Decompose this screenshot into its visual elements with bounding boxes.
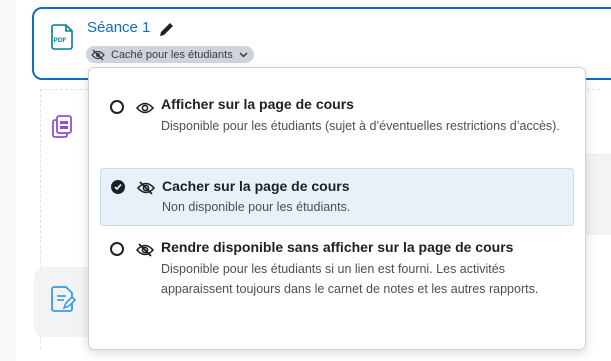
menu-option-title: Cacher sur la page de cours [162, 178, 350, 194]
visibility-badge-label: Caché pour les étudiants [111, 48, 233, 61]
menu-option-hide[interactable]: Cacher sur la page de cours Non disponib… [100, 168, 574, 226]
menu-option-show[interactable]: Afficher sur la page de cours Disponible… [100, 88, 574, 160]
visibility-dropdown-menu: Afficher sur la page de cours Disponible… [88, 67, 586, 350]
menu-option-description: Disponible pour les étudiants si un lien… [161, 262, 539, 296]
radio-unchecked-icon[interactable] [110, 242, 124, 256]
pencil-icon[interactable] [158, 20, 176, 38]
assignment-icon [50, 285, 77, 313]
visibility-badge-button[interactable]: Caché pour les étudiants [86, 46, 254, 63]
radio-unchecked-icon[interactable] [110, 100, 124, 114]
activity-title-link[interactable]: Séance 1 [87, 19, 150, 36]
radio-checked-icon[interactable] [111, 180, 125, 194]
chevron-down-icon [239, 50, 248, 59]
adjacent-card-edge [586, 154, 611, 235]
eye-slash-icon [91, 49, 105, 61]
menu-option-title: Afficher sur la page de cours [161, 96, 354, 112]
eye-slash-icon [135, 242, 155, 257]
copy-pages-icon [50, 114, 76, 142]
eye-slash-icon [136, 180, 156, 195]
menu-option-stealth[interactable]: Rendre disponible sans afficher sur la p… [100, 230, 574, 326]
menu-option-description: Non disponible pour les étudiants. [162, 200, 351, 214]
menu-option-title: Rendre disponible sans afficher sur la p… [161, 239, 514, 255]
svg-text:PDF: PDF [54, 37, 67, 44]
pdf-file-icon: PDF [51, 24, 75, 50]
menu-option-description: Disponible pour les étudiants (sujet à d… [161, 119, 560, 133]
eye-icon [135, 100, 155, 114]
